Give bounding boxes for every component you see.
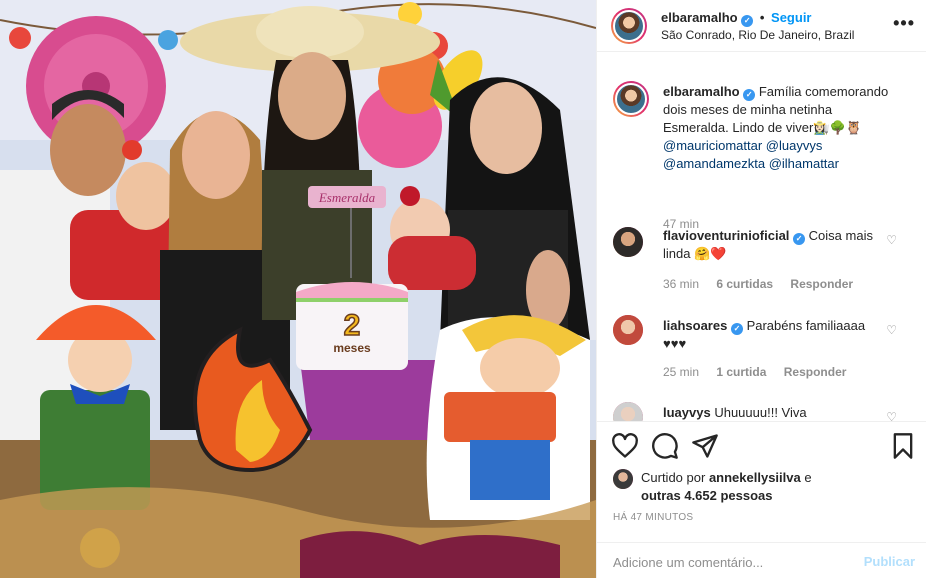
follow-button[interactable]: Seguir xyxy=(771,10,811,25)
comment-box: Publicar xyxy=(597,542,926,578)
likes-summary: Curtido por annekellysiilva e outras 4.6… xyxy=(641,469,812,505)
comment-likes[interactable]: 1 curtida xyxy=(716,365,766,379)
mention-link[interactable]: @luayvys xyxy=(766,138,823,153)
caption-avatar[interactable] xyxy=(613,81,649,117)
mention-link[interactable]: @mauriciomattar xyxy=(663,138,762,153)
bookmark-icon[interactable] xyxy=(889,432,917,460)
header-separator: • xyxy=(759,10,765,25)
likes-prefix: Curtido por xyxy=(641,470,706,485)
commenter-avatar[interactable] xyxy=(613,402,643,421)
post-image: 2 meses Esmeralda xyxy=(0,0,596,578)
comment-time[interactable]: 25 min xyxy=(663,365,699,379)
likes-count[interactable]: outras 4.652 pessoas xyxy=(641,488,773,503)
caption-text-block: elbaramalho ✓ Família comemorando dois m… xyxy=(663,83,893,173)
cake-word: meses xyxy=(333,341,371,355)
comment-username[interactable]: flavioventurinioficial xyxy=(663,228,789,243)
caption-username[interactable]: elbaramalho xyxy=(663,84,740,99)
comment-username[interactable]: luayvys xyxy=(663,405,711,420)
commenter-avatar[interactable] xyxy=(613,227,643,257)
mention-link[interactable]: @ilhamattar xyxy=(769,156,839,171)
post-photo[interactable]: 2 meses Esmeralda xyxy=(0,0,596,578)
comment-text-block: luayvys Uhuuuuu!!! Viva xyxy=(663,404,893,421)
cake-number: 2 xyxy=(344,309,361,342)
comment-text-block: liahsoares ✓ Parabéns familiaaaa ♥♥♥ xyxy=(663,317,893,353)
reply-button[interactable]: Responder xyxy=(790,277,853,291)
comment-input[interactable] xyxy=(613,552,843,572)
comment-time[interactable]: 36 min xyxy=(663,277,699,291)
share-icon[interactable] xyxy=(691,432,719,460)
verified-icon: ✓ xyxy=(743,89,756,101)
post-actions: Curtido por annekellysiilva e outras 4.6… xyxy=(597,421,926,578)
caption: elbaramalho ✓ Família comemorando dois m… xyxy=(613,81,913,231)
more-options-icon[interactable]: ••• xyxy=(893,13,915,34)
author-username[interactable]: elbaramalho xyxy=(661,10,738,25)
reply-button[interactable]: Responder xyxy=(784,365,847,379)
liker-avatar[interactable] xyxy=(613,469,633,489)
mention-link[interactable]: @amandamezkta xyxy=(663,156,765,171)
like-comment-icon[interactable]: ♡ xyxy=(886,410,897,421)
comment-text: Parabéns familiaaaa xyxy=(746,318,866,333)
comment-text: Uhuuuuu!!! Viva xyxy=(714,405,807,420)
publish-button[interactable]: Publicar xyxy=(864,554,915,569)
comment-item: luayvys Uhuuuuu!!! Viva ♡ xyxy=(613,402,913,421)
like-comment-icon[interactable]: ♡ xyxy=(886,233,897,247)
comment-item: liahsoares ✓ Parabéns familiaaaa ♥♥♥ 25 … xyxy=(613,315,913,385)
author-line: elbaramalho ✓ • Seguir xyxy=(661,10,812,27)
like-comment-icon[interactable]: ♡ xyxy=(886,323,897,337)
author-avatar[interactable] xyxy=(611,8,647,44)
comment-text-block: flavioventurinioficial ✓ Coisa mais lind… xyxy=(663,227,893,263)
comment-meta: 36 min 6 curtidas Responder xyxy=(663,277,853,291)
likes-conj: e xyxy=(804,470,812,485)
caption-emojis: 👩🏻‍🌾🌳🦉 xyxy=(813,120,862,135)
comment-meta: 25 min 1 curtida Responder xyxy=(663,365,846,379)
comment-emojis: ♥♥♥ xyxy=(663,336,687,351)
comment-username[interactable]: liahsoares xyxy=(663,318,727,333)
verified-icon: ✓ xyxy=(793,233,806,245)
post-header: elbaramalho ✓ • Seguir São Conrado, Rio … xyxy=(597,0,926,52)
comment-likes[interactable]: 6 curtidas xyxy=(716,277,773,291)
comments-list[interactable]: elbaramalho ✓ Família comemorando dois m… xyxy=(597,53,926,421)
cake-topper: Esmeralda xyxy=(318,190,376,205)
liker-username[interactable]: annekellysiilva xyxy=(709,470,801,485)
comment-emojis: 🤗❤️ xyxy=(694,246,727,261)
commenter-avatar[interactable] xyxy=(613,315,643,345)
post-location[interactable]: São Conrado, Rio De Janeiro, Brazil xyxy=(661,28,854,42)
verified-icon: ✓ xyxy=(741,15,754,27)
comment-item: flavioventurinioficial ✓ Coisa mais lind… xyxy=(613,225,913,295)
comment-icon[interactable] xyxy=(651,432,679,460)
post-sidebar: elbaramalho ✓ • Seguir São Conrado, Rio … xyxy=(596,0,926,578)
heart-icon[interactable] xyxy=(611,432,639,460)
post-timestamp[interactable]: HÁ 47 MINUTOS xyxy=(613,512,693,523)
verified-icon: ✓ xyxy=(730,323,743,335)
